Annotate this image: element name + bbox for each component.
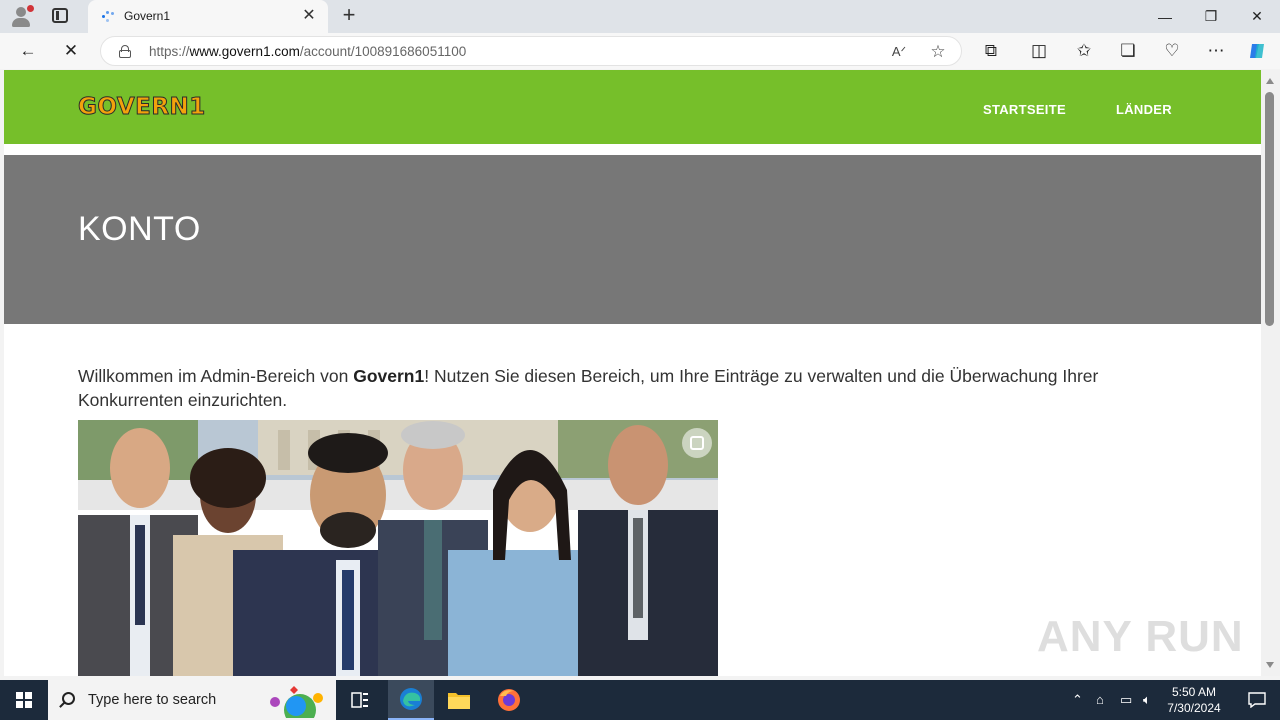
network-icon[interactable]: ▭ xyxy=(1120,692,1132,708)
taskbar: Type here to search ⌃ ⌂ ▭ 🔈︎ 5:50 AM 7/3… xyxy=(0,680,1280,720)
favorite-star-icon[interactable]: ☆ xyxy=(926,40,950,64)
windows-start-icon[interactable] xyxy=(0,680,48,720)
task-view-icon[interactable] xyxy=(337,680,383,720)
team-photo xyxy=(78,420,718,676)
close-window-icon[interactable]: ✕ xyxy=(1234,0,1280,33)
page-viewport: GOVERN1 STARTSEITE LÄNDER KONTO Willkomm… xyxy=(4,70,1261,676)
tab-title: Govern1 xyxy=(124,9,171,23)
edge-taskbar-icon[interactable] xyxy=(388,680,434,720)
clock-time: 5:50 AM xyxy=(1171,685,1217,699)
favorites-icon[interactable]: ✩ xyxy=(1070,37,1098,65)
scroll-up-arrow-icon[interactable] xyxy=(1266,78,1274,84)
split-screen-icon[interactable]: ◫ xyxy=(1025,37,1053,65)
system-clock[interactable]: 5:50 AM 7/30/2024 xyxy=(1160,684,1228,716)
scrollbar-thumb[interactable] xyxy=(1265,92,1274,326)
profile-icon[interactable] xyxy=(10,5,34,27)
watermark: ANY RUN xyxy=(1037,612,1244,661)
firefox-icon[interactable] xyxy=(486,680,532,720)
page-title: KONTO xyxy=(78,210,201,248)
site-header: GOVERN1 STARTSEITE LÄNDER xyxy=(4,70,1261,144)
stop-loading-icon[interactable]: ✕ xyxy=(57,37,85,65)
loading-favicon-icon xyxy=(100,9,116,25)
lock-icon[interactable] xyxy=(119,45,131,58)
nav-link-startseite[interactable]: STARTSEITE xyxy=(983,102,1066,117)
visual-search-icon[interactable] xyxy=(682,428,712,458)
taskbar-search-box[interactable]: Type here to search xyxy=(48,680,336,720)
browser-tab[interactable]: Govern1 ✕ xyxy=(88,0,328,33)
notifications-icon[interactable] xyxy=(1234,680,1280,720)
device-icon[interactable]: ⌂ xyxy=(1096,692,1104,707)
restore-icon[interactable]: ❐ xyxy=(1188,0,1234,33)
site-logo[interactable]: GOVERN1 xyxy=(78,94,206,121)
file-explorer-icon[interactable] xyxy=(436,680,482,720)
browser-essentials-icon[interactable]: ♡ xyxy=(1158,37,1186,65)
minimize-icon[interactable]: — xyxy=(1142,0,1188,33)
show-hidden-icons-icon[interactable]: ⌃ xyxy=(1072,692,1083,708)
tab-actions-icon[interactable] xyxy=(52,8,68,23)
back-icon[interactable]: ← xyxy=(14,37,42,65)
collections-icon[interactable]: ❏ xyxy=(1114,37,1142,65)
nav-link-laender[interactable]: LÄNDER xyxy=(1116,102,1172,117)
taskbar-search-placeholder: Type here to search xyxy=(88,692,217,708)
more-icon[interactable]: ⋯ xyxy=(1202,37,1230,65)
brand-name: Govern1 xyxy=(353,366,425,386)
page-scrollbar[interactable] xyxy=(1261,70,1280,676)
new-tab-plus-icon[interactable]: + xyxy=(338,4,360,26)
tab-strip: Govern1 ✕ + — ❐ ✕ xyxy=(0,0,1280,33)
url-text[interactable]: https://www.govern1.com/account/10089168… xyxy=(149,44,466,59)
volume-icon[interactable]: 🔈︎ xyxy=(1143,692,1151,708)
search-highlight-icon xyxy=(270,686,323,718)
clock-date: 7/30/2024 xyxy=(1167,701,1221,715)
copilot-icon[interactable] xyxy=(1244,37,1272,65)
hero-banner: KONTO xyxy=(4,155,1261,324)
extensions-icon[interactable]: ⧉ xyxy=(977,37,1005,65)
close-tab-icon[interactable]: ✕ xyxy=(300,7,318,25)
welcome-text: Willkommen im Admin-Bereich von Govern1!… xyxy=(78,366,1099,410)
scroll-down-arrow-icon[interactable] xyxy=(1266,662,1274,668)
address-bar[interactable]: https://www.govern1.com/account/10089168… xyxy=(100,36,962,66)
search-icon xyxy=(62,692,75,705)
read-aloud-icon[interactable]: Aᐟ xyxy=(887,40,911,64)
browser-toolbar: ← ✕ https://www.govern1.com/account/1008… xyxy=(0,33,1280,69)
